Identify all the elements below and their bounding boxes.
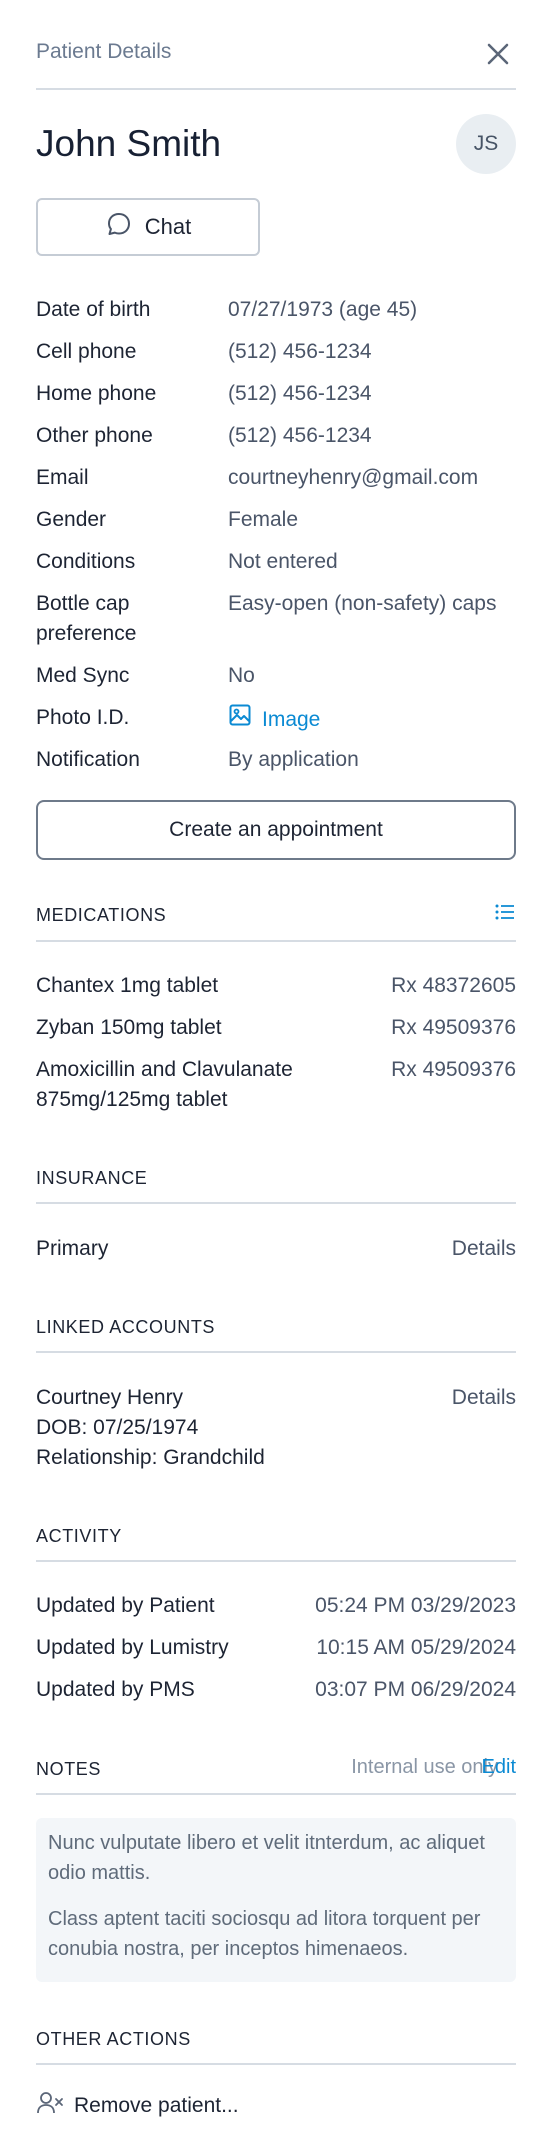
notes-paragraph: Nunc vulputate libero et velit itnterdum… <box>48 1832 485 1884</box>
linked-account-dob: DOB: 07/25/1974 <box>36 1416 199 1439</box>
remove-patient-label: Remove patient... <box>74 2094 239 2117</box>
remove-patient-button[interactable]: Remove patient... <box>36 2090 239 2122</box>
other-actions-section-title: OTHER ACTIONS <box>36 2029 191 2049</box>
image-icon <box>228 703 252 736</box>
list-icon[interactable] <box>494 902 516 927</box>
conditions-label: Conditions <box>36 550 136 573</box>
close-icon[interactable] <box>480 36 516 72</box>
activity-time: 05:24 PM 03/29/2023 <box>315 1594 516 1617</box>
insurance-primary-label: Primary <box>36 1237 109 1260</box>
email-label: Email <box>36 466 89 489</box>
bottle-cap-label-line1: Bottle cap <box>36 592 130 615</box>
notification-value: By application <box>228 748 359 771</box>
medication-name: Zyban 150mg tablet <box>36 1016 222 1039</box>
conditions-value: Not entered <box>228 550 338 573</box>
chat-button[interactable]: Chat <box>36 198 260 256</box>
linked-accounts-section-title: LINKED ACCOUNTS <box>36 1317 216 1337</box>
email-value: courtneyhenry@gmail.com <box>228 466 479 489</box>
home-phone-value: (512) 456-1234 <box>228 382 372 405</box>
photo-id-label: Photo I.D. <box>36 706 130 729</box>
insurance-divider <box>36 1202 516 1204</box>
bottle-cap-label: Bottle cap preference <box>36 589 136 649</box>
chat-button-label: Chat <box>144 214 192 239</box>
notification-label: Notification <box>36 748 140 771</box>
notes-section-title: NOTES <box>36 1759 102 1779</box>
activity-time: 10:15 AM 05/29/2024 <box>316 1636 516 1659</box>
med-sync-value: No <box>228 664 255 687</box>
gender-value: Female <box>228 508 299 531</box>
activity-time: 03:07 PM 06/29/2024 <box>315 1678 516 1701</box>
cell-phone-label: Cell phone <box>36 340 137 363</box>
linked-account-details-link[interactable]: Details <box>452 1383 516 1413</box>
activity-section-title: ACTIVITY <box>36 1526 122 1546</box>
remove-user-icon <box>36 2090 64 2122</box>
avatar: JS <box>456 114 516 174</box>
other-phone-value: (512) 456-1234 <box>228 424 372 447</box>
medication-name-line2: 875mg/125mg tablet <box>36 1088 228 1111</box>
notes-content: Nunc vulputate libero et velit itnterdum… <box>36 1818 516 1982</box>
medication-name: Chantex 1mg tablet <box>36 974 219 997</box>
chat-bubble-icon <box>105 210 133 244</box>
medication-rx: Rx 48372605 <box>391 974 516 997</box>
linked-account-relationship: Relationship: Grandchild <box>36 1446 265 1469</box>
medication-rx: Rx 49509376 <box>391 1016 516 1039</box>
medications-section-title: MEDICATIONS <box>36 905 167 925</box>
header-divider <box>36 88 516 90</box>
insurance-details-link[interactable]: Details <box>452 1234 516 1264</box>
dob-label: Date of birth <box>36 298 151 321</box>
medication-name: Amoxicillin and Clavulanate 875mg/125mg … <box>36 1055 293 1115</box>
home-phone-label: Home phone <box>36 382 157 405</box>
notes-paragraph: Class aptent taciti sociosqu ad litora t… <box>48 1908 481 1960</box>
cell-phone-value: (512) 456-1234 <box>228 340 372 363</box>
patient-name: John Smith <box>36 123 222 164</box>
notes-edit-link[interactable]: Edit <box>482 1756 516 1779</box>
patient-details-panel: Patient Details John Smith JS Chat Date … <box>0 0 552 2154</box>
medication-rx: Rx 49509376 <box>391 1058 516 1081</box>
bottle-cap-value: Easy-open (non-safety) caps <box>228 592 497 615</box>
activity-label: Updated by Lumistry <box>36 1636 229 1659</box>
photo-id-link-label: Image <box>262 707 321 731</box>
activity-label: Updated by PMS <box>36 1678 195 1701</box>
panel-title: Patient Details <box>36 40 172 63</box>
medication-name-line1: Amoxicillin and Clavulanate <box>36 1058 293 1081</box>
gender-label: Gender <box>36 508 107 531</box>
linked-accounts-divider <box>36 1351 516 1353</box>
linked-account-name: Courtney Henry <box>36 1386 184 1409</box>
medications-divider <box>36 940 516 942</box>
insurance-section-title: INSURANCE <box>36 1168 148 1188</box>
activity-divider <box>36 1560 516 1562</box>
notes-internal-label: Internal use only <box>351 1756 498 1778</box>
create-appointment-button[interactable]: Create an appointment <box>36 800 516 860</box>
bottle-cap-label-line2: preference <box>36 622 137 645</box>
photo-id-image-link[interactable]: Image <box>228 703 320 736</box>
other-phone-label: Other phone <box>36 424 153 447</box>
dob-value: 07/27/1973 (age 45) <box>228 298 418 321</box>
notes-divider <box>36 1793 516 1795</box>
other-actions-divider <box>36 2063 516 2065</box>
activity-label: Updated by Patient <box>36 1594 215 1617</box>
med-sync-label: Med Sync <box>36 664 130 687</box>
